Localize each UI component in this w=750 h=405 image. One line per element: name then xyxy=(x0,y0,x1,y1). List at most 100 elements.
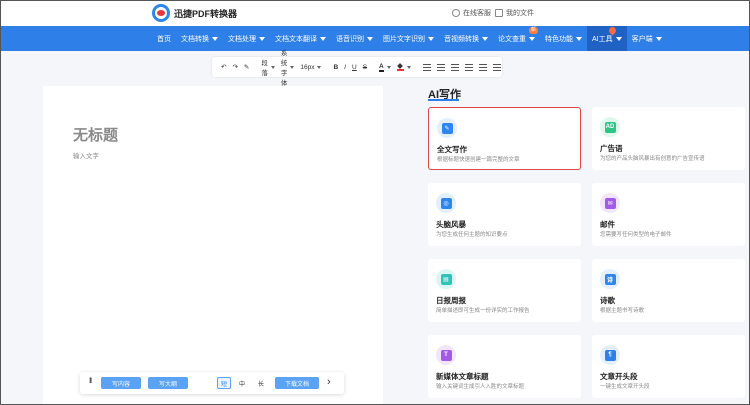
nav-item[interactable]: AI工具 xyxy=(587,25,627,51)
card-icon-glyph: ✉ xyxy=(604,197,616,209)
card-description: 输入关键词生成引人入胜的文章标题 xyxy=(436,384,525,390)
underline-button[interactable]: U xyxy=(349,57,360,77)
nav-item-label: 语音识别 xyxy=(336,35,364,43)
nav-item[interactable]: 客户端 xyxy=(627,26,667,51)
nav-items: 首页 文档转换 文档处理 文档文本翻译 语音识别 图片文字识别 音视频转换 论文查重新特色功能… xyxy=(152,25,667,51)
redo-button[interactable]: ↷ xyxy=(229,57,240,77)
nav-item[interactable]: 音视频转换 xyxy=(439,26,493,51)
poem-icon: 诗 xyxy=(600,269,620,289)
ai-tool-card[interactable]: T 新媒体文章标题 输入关键词生成引人入胜的文章标题 xyxy=(428,335,581,398)
document-edit-icon: ✎ xyxy=(437,118,457,138)
main-nav: 首页 文档转换 文档处理 文档文本翻译 语音识别 图片文字识别 音视频转换 论文查重新特色功能… xyxy=(0,25,750,51)
highlight-icon xyxy=(396,64,404,71)
nav-item[interactable]: 特色功能 xyxy=(540,26,587,51)
paragraph-select-label: 段落 xyxy=(261,60,268,77)
brush-icon: ✎ xyxy=(243,64,250,71)
font-color-icon: A xyxy=(379,62,384,72)
card-description: 为您生成任何主题的知识要点 xyxy=(436,232,508,238)
nav-item-label: 文档转换 xyxy=(181,35,209,43)
card-icon-glyph: ▤ xyxy=(440,273,452,285)
align-left-button[interactable] xyxy=(420,57,434,77)
download-document-button[interactable]: 下载文档 xyxy=(275,377,319,389)
card-title: 邮件 xyxy=(600,220,615,229)
nav-item[interactable]: 首页 xyxy=(152,26,176,51)
paragraph-icon: ¶ xyxy=(600,345,620,365)
nav-item[interactable]: 文档处理 xyxy=(223,26,270,51)
ai-action-bar: ••• 写内容 写大纲 短 中 长 下载文档 › xyxy=(80,372,344,394)
ai-tool-card[interactable]: ✉ 邮件您需要写任何类型的电子邮件 xyxy=(592,183,745,246)
length-short-option[interactable]: 短 xyxy=(217,377,231,389)
align-right-button[interactable] xyxy=(448,57,462,77)
my-files-link[interactable]: 我的文件 xyxy=(495,8,534,18)
card-icon-glyph: AD xyxy=(604,121,616,133)
highlight-color-select[interactable] xyxy=(394,57,414,77)
undo-button[interactable]: ↶ xyxy=(218,57,229,77)
card-description: 一键生成文章开头段 xyxy=(600,384,650,390)
card-icon-glyph: T xyxy=(440,349,452,361)
ai-tool-card[interactable]: ◎ 头脑风暴 为您生成任何主题的知识要点 xyxy=(428,183,581,246)
ai-tool-card[interactable]: ¶ 文章开头段 一键生成文章开头段 xyxy=(592,335,745,398)
font-family-select[interactable]: 系统字体 xyxy=(278,50,298,87)
font-select-label: 系统字体 xyxy=(280,50,288,87)
card-icon-glyph: ¶ xyxy=(604,349,616,361)
logo-icon xyxy=(152,4,170,22)
write-content-button[interactable]: 写内容 xyxy=(101,377,141,389)
justify-icon xyxy=(464,63,473,71)
document-body[interactable]: 输入文字 xyxy=(73,150,99,160)
nav-item-label: 客户端 xyxy=(631,35,653,43)
title-underline xyxy=(428,99,459,101)
justify-button[interactable] xyxy=(462,57,476,77)
card-icon-glyph: 诗 xyxy=(604,273,616,285)
nav-item-label: 音视频转换 xyxy=(444,35,479,43)
paragraph-select[interactable]: 段落 xyxy=(258,57,278,77)
report-icon: ▤ xyxy=(436,269,456,289)
editor-canvas[interactable]: 无标题 输入文字 xyxy=(43,86,383,405)
length-medium-option[interactable]: 中 xyxy=(235,377,249,389)
nav-item[interactable]: 文档转换 xyxy=(176,26,223,51)
new-badge: 新 xyxy=(528,27,538,34)
document-title[interactable]: 无标题 xyxy=(73,124,118,145)
nav-item-label: 图片文字识别 xyxy=(383,35,425,43)
write-outline-button[interactable]: 写大纲 xyxy=(148,377,188,389)
card-description: 为您的产品头脑风暴出有创意的广告宣传语 xyxy=(600,156,705,162)
chevron-down-icon xyxy=(655,36,662,41)
font-size-label: 16px xyxy=(300,63,315,71)
my-files-label: 我的文件 xyxy=(506,10,534,17)
italic-icon: I xyxy=(344,63,346,71)
mail-icon: ✉ xyxy=(600,193,620,213)
file-icon xyxy=(495,9,503,17)
ai-tool-card[interactable]: AD 广告语 为您的产品头脑风暴出有创意的广告宣传语 xyxy=(592,107,745,170)
bold-button[interactable]: B xyxy=(330,57,341,77)
nav-item[interactable]: 语音识别 xyxy=(331,26,378,51)
italic-button[interactable]: I xyxy=(341,57,349,77)
card-description: 您需要写任何类型的电子邮件 xyxy=(600,232,672,238)
ordered-list-button[interactable] xyxy=(476,57,490,77)
nav-item-label: 文档文本翻译 xyxy=(275,35,317,43)
chevron-down-icon xyxy=(320,36,326,41)
app-logo[interactable]: 迅捷PDF转换器 xyxy=(152,4,237,22)
nav-item[interactable]: 论文查重新 xyxy=(493,26,540,51)
unordered-list-icon xyxy=(492,63,501,71)
format-brush-button[interactable]: ✎ xyxy=(241,57,252,77)
align-center-button[interactable] xyxy=(434,57,448,77)
logo-text: 迅捷PDF转换器 xyxy=(174,8,238,19)
length-long-option[interactable]: 长 xyxy=(254,377,268,389)
ai-tool-card[interactable]: ▤ 日报周报 简单描述即可生成一份详实的工作报告 xyxy=(428,259,581,322)
next-arrow-icon[interactable]: › xyxy=(327,376,331,388)
nav-item[interactable]: 图片文字识别 xyxy=(378,26,439,51)
headset-icon xyxy=(452,9,460,17)
unordered-list-button[interactable] xyxy=(490,57,504,77)
font-size-select[interactable]: 16px xyxy=(297,57,324,77)
chevron-down-icon xyxy=(615,36,622,41)
editor-toolbar: ↶ ↷ ✎ 段落 系统字体 16px B I U S A xyxy=(212,50,504,87)
drag-handle-icon[interactable]: ••• xyxy=(86,377,95,382)
nav-item[interactable]: 文档文本翻译 xyxy=(270,26,331,51)
ai-tool-card[interactable]: ✎ 全文写作 根据标题快速创建一篇完整的文章 xyxy=(428,107,581,170)
font-color-select[interactable]: A xyxy=(376,57,394,77)
ai-tool-card[interactable]: 诗诗歌 根据主题书写诗歌 xyxy=(592,259,745,322)
underline-icon: U xyxy=(351,63,357,71)
online-service-link[interactable]: 在线客服 xyxy=(452,8,491,18)
bold-icon: B xyxy=(333,63,339,71)
strikethrough-button[interactable]: S xyxy=(360,57,370,77)
headline-icon: T xyxy=(436,345,456,365)
